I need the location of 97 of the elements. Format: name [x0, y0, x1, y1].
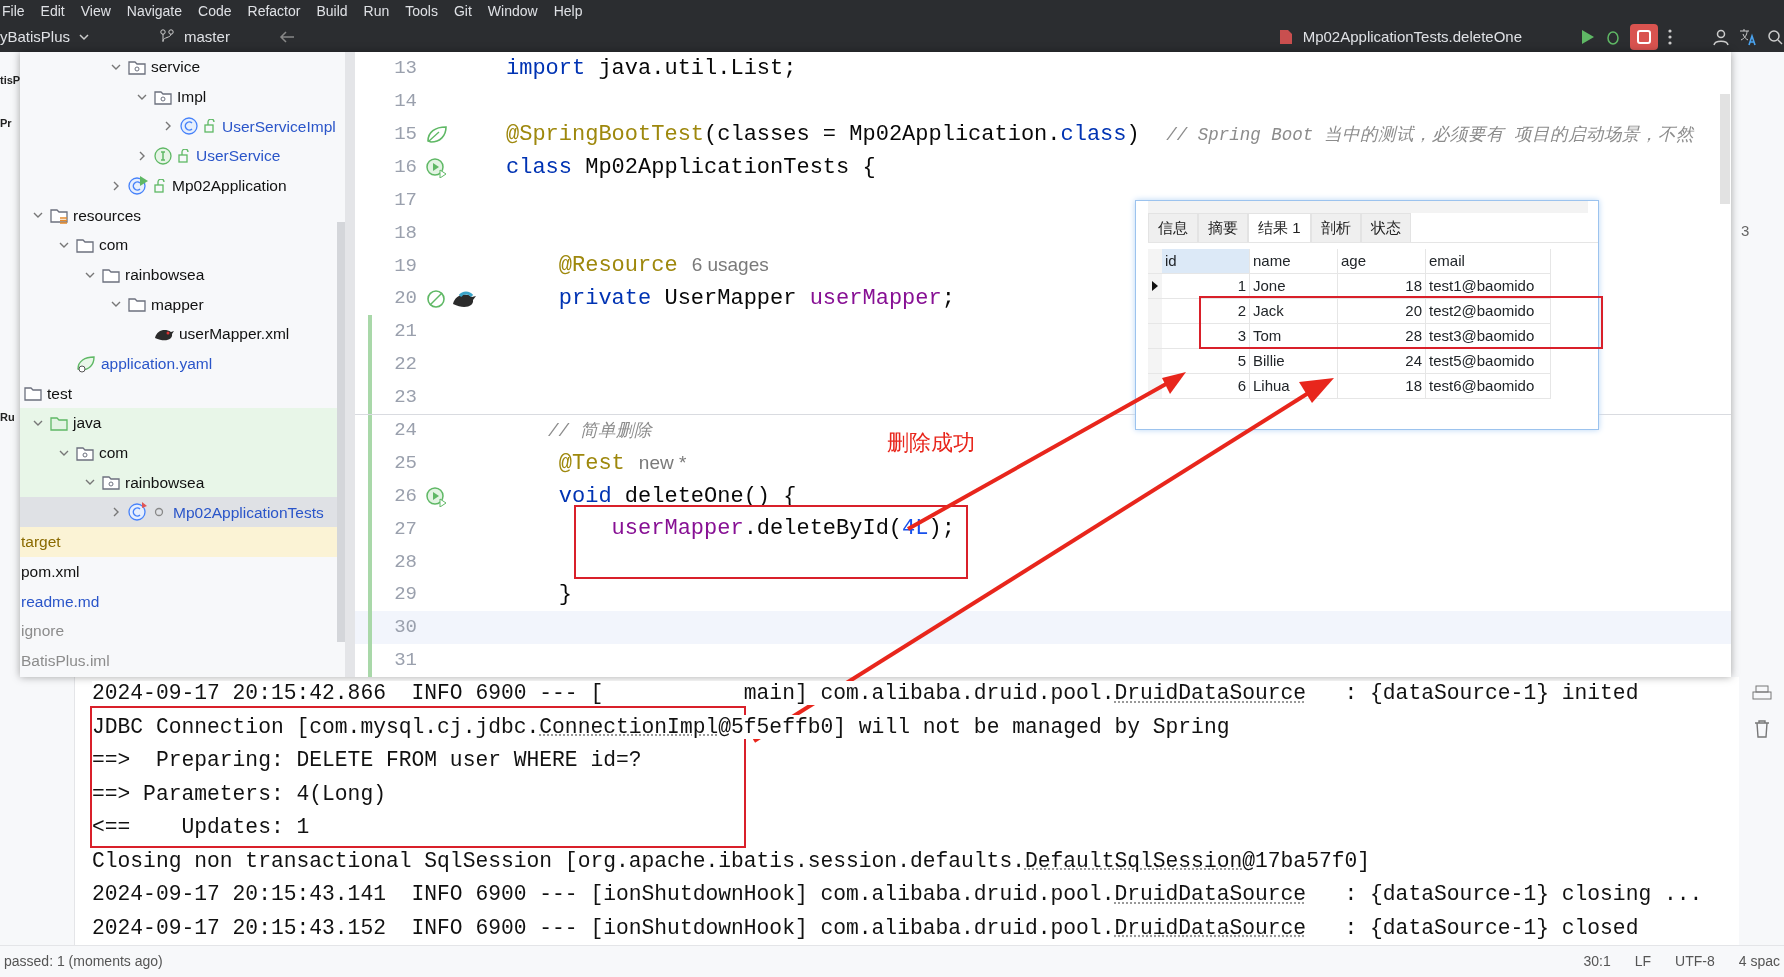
panel-label: tisP [0, 73, 20, 88]
tree-item[interactable]: Mp02ApplicationTests [173, 500, 324, 524]
menu-item[interactable]: Code [198, 0, 232, 22]
table-cell: 2 [1162, 299, 1250, 324]
code-line: import java.util.List; [506, 54, 797, 83]
line-number: 25 [393, 450, 417, 476]
column-header[interactable]: email [1426, 249, 1551, 274]
line-number: 24 [393, 418, 417, 444]
tree-item[interactable]: userMapper.xml [179, 322, 290, 346]
tree-item[interactable]: service [151, 55, 201, 79]
tree-item[interactable]: rainbowsea [125, 263, 205, 287]
tree-item[interactable]: application.yaml [101, 352, 213, 376]
tree-item[interactable]: pom.xml [21, 559, 80, 584]
tree-item[interactable]: com [99, 233, 129, 257]
menu-item[interactable]: Window [487, 0, 538, 22]
line-number: 21 [393, 319, 417, 345]
line-number: 17 [393, 187, 417, 213]
tree-item[interactable]: UserService [196, 144, 281, 168]
line-number: 30 [393, 615, 417, 641]
code-line: private UserMapper userMapper; [557, 285, 955, 314]
result-tab[interactable]: 信息 [1148, 212, 1198, 242]
result-tab[interactable]: 摘要 [1198, 212, 1248, 242]
line-number: 22 [393, 352, 417, 378]
project-selector[interactable]: yBatisPlus [0, 25, 71, 49]
line-number: 29 [393, 582, 417, 608]
tree-item[interactable]: Impl [177, 84, 207, 109]
table-cell: 20 [1338, 299, 1426, 324]
table-cell: Billie [1250, 349, 1338, 374]
table-cell: 28 [1338, 324, 1426, 349]
line-number: 19 [393, 253, 417, 279]
line-number: 28 [393, 549, 417, 575]
line-number: 31 [393, 648, 417, 674]
line-number: 26 [393, 483, 417, 509]
menu-item[interactable]: Run [363, 0, 390, 22]
menu-item[interactable]: Navigate [126, 0, 183, 22]
console-line: 2024-09-17 20:15:42.866 INFO 6900 --- [ main] com.alibaba.druid.pool.DruidDataSource : {dataSource-1} inited [92, 680, 1640, 707]
menu-item[interactable]: Git [453, 0, 472, 22]
status-item[interactable]: UTF-8 [1675, 951, 1715, 972]
tree-item[interactable]: UserServiceImpl [222, 114, 336, 138]
table-cell: test1@baomido [1426, 274, 1551, 299]
table-cell: 18 [1338, 274, 1426, 299]
tree-item[interactable]: java [73, 411, 102, 435]
line-number: 23 [393, 385, 417, 411]
table-cell: 24 [1338, 349, 1426, 374]
table-cell: 18 [1338, 374, 1426, 399]
tree-item[interactable]: target [21, 530, 61, 554]
table-cell: test5@baomido [1426, 349, 1551, 374]
code-line: @Test new * [557, 449, 687, 478]
code-line: } [557, 581, 572, 610]
code-line: // 简单删除 [547, 420, 652, 444]
tree-item[interactable]: test [47, 381, 72, 406]
line-number: 16 [393, 154, 417, 180]
table-cell: test6@baomido [1426, 374, 1551, 399]
menu-item[interactable]: Tools [405, 0, 438, 22]
panel-label: 3 [1741, 221, 1750, 241]
column-header[interactable]: age [1338, 249, 1426, 274]
run-config-selector[interactable]: Mp02ApplicationTests.deleteOne [1302, 25, 1522, 49]
status-item[interactable]: 30:1 [1583, 951, 1611, 972]
panel-label: Pr [0, 115, 13, 131]
code-line: @SpringBootTest(classes = Mp02Application.class) // Spring Boot 当中的测试，必须要有 项目的启动场景，不然 [506, 120, 1695, 149]
code-line: @Resource 6 usages [557, 252, 769, 281]
branch-selector[interactable]: master [184, 25, 230, 49]
table-cell: 1 [1162, 274, 1250, 299]
result-tab[interactable]: 结果 1 [1248, 212, 1311, 242]
table-cell: test3@baomido [1426, 324, 1551, 349]
menu-item[interactable]: Edit [40, 0, 65, 22]
tree-item[interactable]: resources [73, 203, 142, 227]
line-number: 14 [393, 89, 417, 115]
status-item[interactable]: LF [1634, 951, 1652, 972]
menu-item[interactable]: View [80, 0, 111, 22]
tree-item[interactable]: readme.md [21, 589, 100, 613]
table-cell: Jack [1250, 299, 1338, 324]
table-cell: Jone [1250, 274, 1338, 299]
test-status: passed: 1 (moments ago) [4, 952, 163, 971]
tree-item[interactable]: com [99, 441, 129, 465]
console-line: JDBC Connection [com.mysql.cj.jdbc.ConnectionImpl@5f5effb0] will not be managed by Spring [92, 713, 1231, 741]
column-header[interactable]: id [1162, 249, 1250, 274]
menu-item[interactable]: Refactor [247, 0, 301, 22]
tree-item[interactable]: mapper [151, 292, 204, 316]
table-cell: test2@baomido [1426, 299, 1551, 324]
status-item[interactable]: 4 spac [1738, 951, 1780, 972]
code-line: class Mp02ApplicationTests { [506, 153, 876, 182]
column-header[interactable]: name [1250, 249, 1338, 274]
line-number: 20 [393, 286, 417, 312]
menu-item[interactable]: Help [553, 0, 583, 22]
annotation-label: 删除成功 [887, 429, 975, 457]
menu-item[interactable]: File [2, 0, 25, 22]
line-number: 18 [393, 220, 417, 246]
table-cell: 3 [1162, 324, 1250, 349]
menu-item[interactable]: Build [316, 0, 348, 22]
panel-label: Ru [0, 410, 16, 425]
line-number: 13 [393, 56, 417, 82]
tree-item[interactable]: rainbowsea [125, 470, 205, 495]
table-cell: Tom [1250, 324, 1338, 349]
line-number: 27 [393, 516, 417, 542]
tree-item[interactable]: Mp02Application [172, 173, 287, 198]
line-number: 15 [393, 121, 417, 147]
